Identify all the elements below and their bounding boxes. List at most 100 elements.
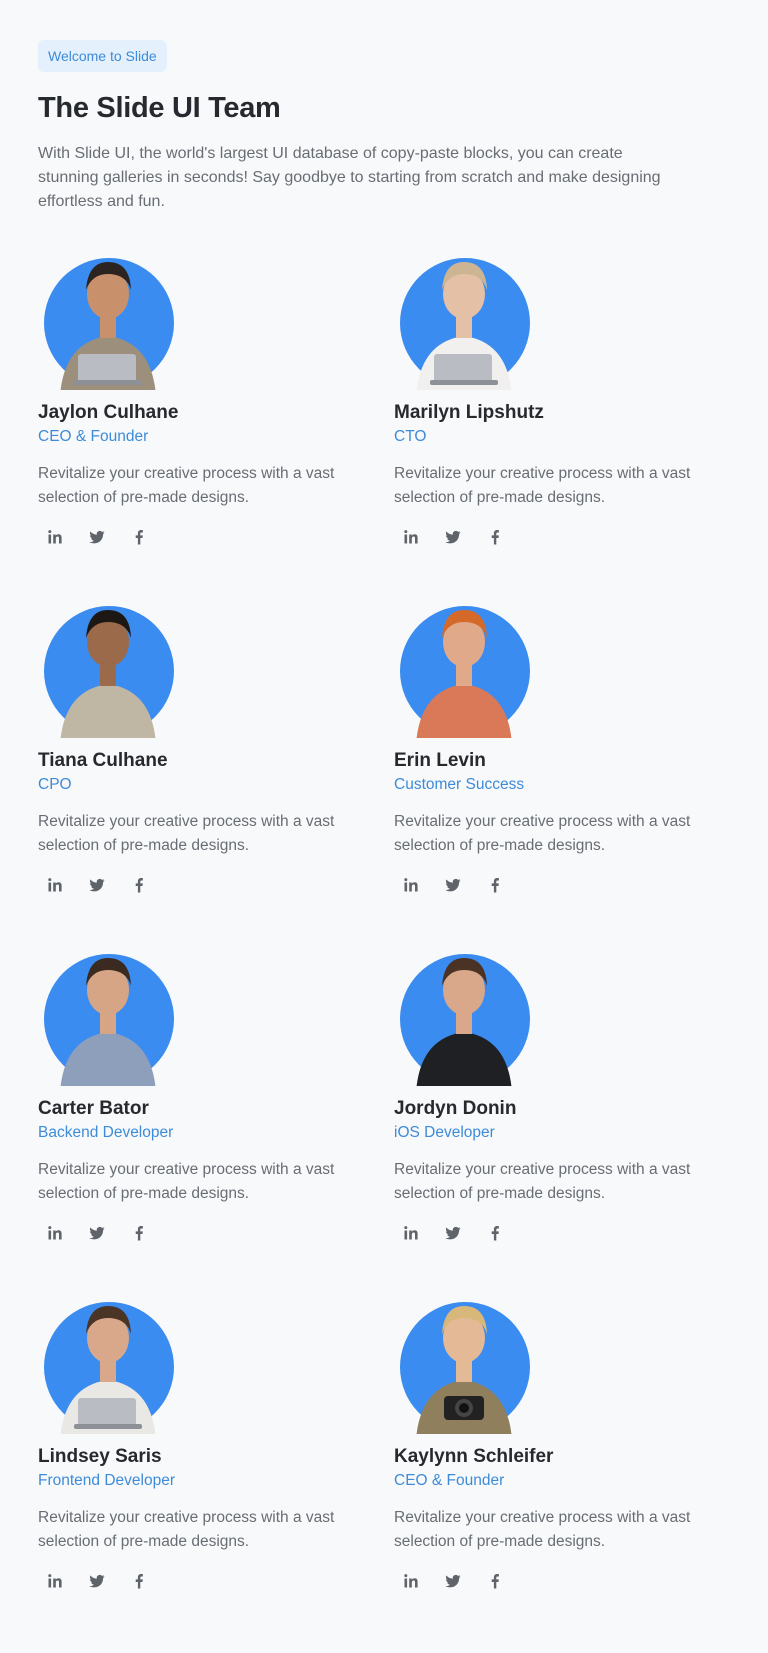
social-links [38, 874, 394, 900]
member-role: Backend Developer [38, 1124, 174, 1141]
social-links [38, 1222, 394, 1248]
facebook-icon [131, 529, 147, 550]
twitter-icon [445, 877, 461, 898]
facebook-link[interactable] [126, 1570, 152, 1596]
linkedin-link[interactable] [398, 1222, 424, 1248]
member-photo [38, 594, 178, 738]
twitter-icon [445, 1225, 461, 1246]
member-bio: Revitalize your creative process with a … [38, 1509, 335, 1550]
member-name: Lindsey Saris [38, 1446, 162, 1467]
facebook-icon [131, 1225, 147, 1246]
team-member-card: Carter Bator Backend Developer Revitalize … [38, 942, 394, 1290]
member-photo [38, 246, 178, 390]
member-role: CEO & Founder [38, 428, 149, 445]
member-bio: Revitalize your creative process with a … [394, 1161, 691, 1202]
team-grid: Jaylon Culhane CEO & Founder Revitalize yo… [38, 246, 738, 1638]
linkedin-link[interactable] [398, 874, 424, 900]
facebook-icon [487, 529, 503, 550]
twitter-link[interactable] [440, 1222, 466, 1248]
page-title: The Slide UI Team [38, 92, 281, 124]
member-bio: Revitalize your creative process with a … [38, 813, 335, 854]
member-name: Marilyn Lipshutz [394, 402, 544, 423]
welcome-badge: Welcome to Slide [38, 40, 167, 72]
intro-text: With Slide UI, the world's largest UI da… [38, 145, 661, 210]
linkedin-icon [47, 1573, 63, 1594]
member-bio: Revitalize your creative process with a … [394, 813, 691, 854]
linkedin-icon [403, 1573, 419, 1594]
twitter-link[interactable] [440, 874, 466, 900]
twitter-link[interactable] [84, 1570, 110, 1596]
member-name: Jordyn Donin [394, 1098, 517, 1119]
linkedin-link[interactable] [42, 1222, 68, 1248]
member-name: Kaylynn Schleifer [394, 1446, 554, 1467]
twitter-link[interactable] [84, 1222, 110, 1248]
facebook-icon [131, 877, 147, 898]
member-photo [394, 246, 534, 390]
facebook-icon [487, 1573, 503, 1594]
member-name: Carter Bator [38, 1098, 149, 1119]
team-member-card: Marilyn Lipshutz CTO Revitalize your creat… [394, 246, 738, 594]
twitter-icon [445, 1573, 461, 1594]
linkedin-link[interactable] [398, 1570, 424, 1596]
social-links [394, 1570, 738, 1596]
linkedin-icon [403, 1225, 419, 1246]
facebook-link[interactable] [482, 874, 508, 900]
twitter-link[interactable] [84, 874, 110, 900]
facebook-link[interactable] [126, 874, 152, 900]
member-name: Jaylon Culhane [38, 402, 179, 423]
facebook-icon [487, 877, 503, 898]
member-photo [394, 1290, 534, 1434]
member-role: CTO [394, 428, 427, 445]
member-name: Erin Levin [394, 750, 486, 771]
twitter-icon [89, 1225, 105, 1246]
twitter-link[interactable] [440, 1570, 466, 1596]
member-bio: Revitalize your creative process with a … [38, 465, 335, 506]
twitter-link[interactable] [440, 526, 466, 552]
team-member-card: Kaylynn Schleifer CEO & Founder Revitalize… [394, 1290, 738, 1638]
member-photo [394, 942, 534, 1086]
linkedin-icon [47, 877, 63, 898]
twitter-icon [89, 529, 105, 550]
social-links [38, 526, 394, 552]
member-photo [38, 942, 178, 1086]
social-links [394, 874, 738, 900]
facebook-icon [131, 1573, 147, 1594]
member-role: CPO [38, 776, 72, 793]
team-member-card: Tiana Culhane CPO Revitalize your creative… [38, 594, 394, 942]
member-role: Frontend Developer [38, 1472, 175, 1489]
twitter-icon [445, 529, 461, 550]
facebook-link[interactable] [482, 526, 508, 552]
social-links [394, 526, 738, 552]
team-member-card: Jaylon Culhane CEO & Founder Revitalize yo… [38, 246, 394, 594]
team-member-card: Jordyn Donin iOS Developer Revitalize your… [394, 942, 738, 1290]
facebook-icon [487, 1225, 503, 1246]
twitter-icon [89, 877, 105, 898]
member-name: Tiana Culhane [38, 750, 168, 771]
member-bio: Revitalize your creative process with a … [394, 465, 691, 506]
member-bio: Revitalize your creative process with a … [394, 1509, 691, 1550]
linkedin-icon [47, 1225, 63, 1246]
linkedin-link[interactable] [398, 526, 424, 552]
facebook-link[interactable] [482, 1222, 508, 1248]
linkedin-icon [403, 529, 419, 550]
facebook-link[interactable] [482, 1570, 508, 1596]
facebook-link[interactable] [126, 526, 152, 552]
member-role: Customer Success [394, 776, 525, 793]
social-links [38, 1570, 394, 1596]
team-section: Welcome to Slide The Slide UI Team With … [0, 0, 768, 1653]
twitter-link[interactable] [84, 526, 110, 552]
linkedin-link[interactable] [42, 1570, 68, 1596]
member-role: iOS Developer [394, 1124, 495, 1141]
linkedin-icon [47, 529, 63, 550]
linkedin-link[interactable] [42, 874, 68, 900]
member-photo [38, 1290, 178, 1434]
member-photo [394, 594, 534, 738]
social-links [394, 1222, 738, 1248]
twitter-icon [89, 1573, 105, 1594]
member-bio: Revitalize your creative process with a … [38, 1161, 335, 1202]
facebook-link[interactable] [126, 1222, 152, 1248]
linkedin-icon [403, 877, 419, 898]
member-role: CEO & Founder [394, 1472, 505, 1489]
linkedin-link[interactable] [42, 526, 68, 552]
team-member-card: Lindsey Saris Frontend Developer Revitaliz… [38, 1290, 394, 1638]
